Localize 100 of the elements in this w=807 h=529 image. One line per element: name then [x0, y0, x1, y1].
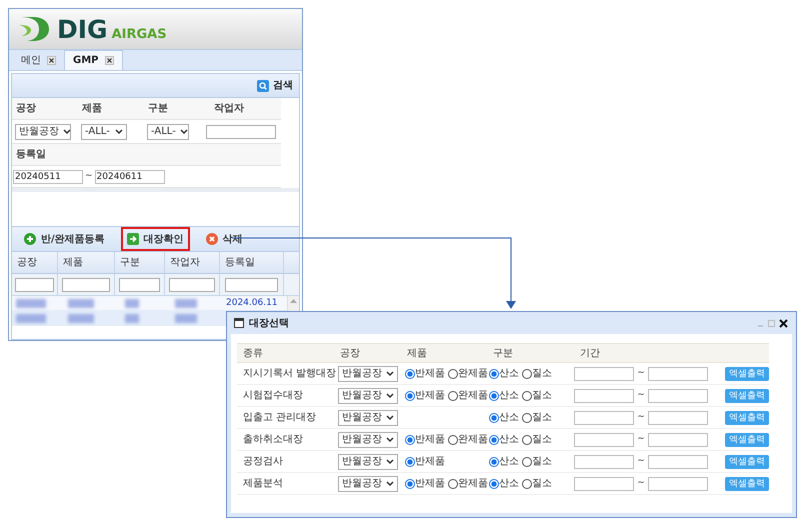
scroll-up-icon[interactable] [290, 298, 297, 303]
tab[interactable]: 메인 [13, 50, 64, 70]
end-date-field[interactable] [648, 454, 708, 468]
ledger-name: 제품분석 [243, 477, 284, 491]
range-separator: ~ [637, 454, 645, 468]
chevron-icon [386, 414, 394, 420]
redacted-text [125, 314, 139, 322]
date-field[interactable]: 20240511 [13, 170, 83, 184]
start-date-field[interactable] [574, 454, 634, 468]
dialog-title: 대장선택 [249, 316, 289, 330]
redacted-text [16, 298, 46, 308]
radio-option[interactable]: 질소 [522, 432, 552, 447]
plant-select[interactable]: 반월공장 [338, 388, 398, 404]
redacted-text [125, 298, 139, 308]
range-separator: ~ [637, 476, 645, 490]
ledger-name: 시험접수대장 [243, 389, 304, 403]
ledger-name: 지시기록서 발행대장 [243, 367, 338, 381]
range-separator: ~ [637, 388, 645, 402]
plant-select[interactable]: 반월공장 [338, 432, 398, 448]
window-icon [234, 318, 244, 328]
radio-option[interactable]: 산소 [489, 388, 520, 403]
chevron-icon [386, 458, 394, 464]
start-date-field[interactable] [574, 388, 634, 402]
start-date-field[interactable] [574, 432, 634, 446]
range-separator: ~ [637, 432, 645, 446]
plant-select[interactable]: 반월공장 [15, 124, 71, 140]
start-date-field[interactable] [574, 366, 634, 380]
redacted-text [175, 298, 197, 308]
end-date-field[interactable] [648, 388, 708, 402]
column-filter-field[interactable] [224, 278, 278, 292]
radio-option[interactable]: 반제품 [404, 476, 445, 491]
radio-option[interactable]: 질소 [522, 476, 552, 491]
radio-option[interactable]: 질소 [522, 454, 552, 469]
radio-option[interactable]: 산소 [489, 366, 520, 381]
column-filter-field[interactable] [118, 278, 160, 292]
close-icon[interactable] [779, 318, 788, 328]
ledger-name: 입출고 관리대장 [243, 411, 318, 425]
logo-icon [17, 15, 51, 43]
chevron-icon [386, 370, 394, 376]
radio-option[interactable]: 질소 [522, 410, 552, 425]
search-icon [257, 80, 269, 92]
plant-select[interactable]: 반월공장 [338, 366, 398, 382]
division-select[interactable]: -ALL- [147, 124, 189, 140]
radio-option[interactable]: 완제품 [448, 432, 488, 447]
radio-option[interactable]: 질소 [522, 366, 552, 381]
filter-label: 등록일 [16, 148, 46, 162]
filter-label: 공장 [16, 102, 37, 116]
end-date-field[interactable] [648, 366, 708, 380]
column-header: 등록일 [220, 252, 284, 273]
filter-label: 제품 [82, 102, 103, 116]
radio-option[interactable]: 완제품 [448, 366, 488, 381]
close-icon[interactable] [104, 56, 114, 65]
tab[interactable]: GMP [64, 50, 122, 70]
start-date-field[interactable] [574, 476, 634, 490]
range-separator: ~ [637, 410, 645, 424]
radio-option[interactable]: 반제품 [404, 432, 445, 447]
redacted-text [68, 314, 94, 322]
radio-option[interactable]: 완제품 [448, 476, 488, 491]
date-cell-text: 2024.06.11 [225, 298, 278, 308]
radio-option[interactable]: 산소 [489, 410, 520, 425]
range-separator: ~ [637, 366, 645, 380]
search-button[interactable]: 검색 [257, 78, 293, 93]
worker-field[interactable] [206, 124, 276, 138]
ledger-name: 출하취소대장 [243, 433, 304, 447]
plant-select[interactable]: 반월공장 [338, 454, 398, 470]
column-header: 작업자 [165, 252, 220, 273]
radio-option[interactable]: 반제품 [404, 388, 445, 403]
range-separator: ~ [85, 170, 93, 183]
end-date-field[interactable] [648, 476, 708, 490]
column-header: 제품 [407, 346, 428, 360]
end-date-field[interactable] [648, 410, 708, 424]
product-select[interactable]: -ALL- [81, 124, 127, 140]
column-filter-field[interactable] [15, 278, 54, 292]
maximize-icon[interactable] [768, 320, 775, 326]
toolbar-button[interactable]: 반/완제품등록 [18, 227, 111, 251]
column-filter-field[interactable] [169, 278, 215, 292]
radio-option[interactable]: 반제품 [404, 366, 445, 381]
column-header: 제품 [58, 252, 115, 273]
plant-select[interactable]: 반월공장 [338, 410, 398, 426]
radio-option[interactable]: 질소 [522, 388, 552, 403]
logo-subtitle: AIRGAS [112, 28, 167, 40]
end-date-field[interactable] [648, 432, 708, 446]
column-header: 구분 [493, 346, 514, 360]
radio-option[interactable]: 완제품 [448, 388, 488, 403]
radio-option[interactable]: 산소 [489, 432, 520, 447]
toolbar-button[interactable]: 대장확인 [120, 227, 190, 251]
plant-select[interactable]: 반월공장 [338, 476, 398, 492]
chevron-icon [386, 480, 394, 486]
date-field[interactable]: 20240611 [94, 170, 165, 184]
column-header: 종류 [243, 346, 264, 360]
radio-option[interactable]: 산소 [489, 476, 520, 491]
ledger-name: 공정검사 [243, 455, 284, 469]
chevron-icon [180, 128, 188, 134]
close-icon[interactable] [47, 56, 56, 64]
column-header: 구분 [115, 252, 165, 273]
radio-option[interactable]: 산소 [489, 454, 520, 469]
start-date-field[interactable] [574, 410, 634, 424]
column-filter-field[interactable] [62, 278, 110, 292]
radio-option[interactable]: 반제품 [404, 454, 445, 469]
plus-icon [24, 233, 36, 245]
